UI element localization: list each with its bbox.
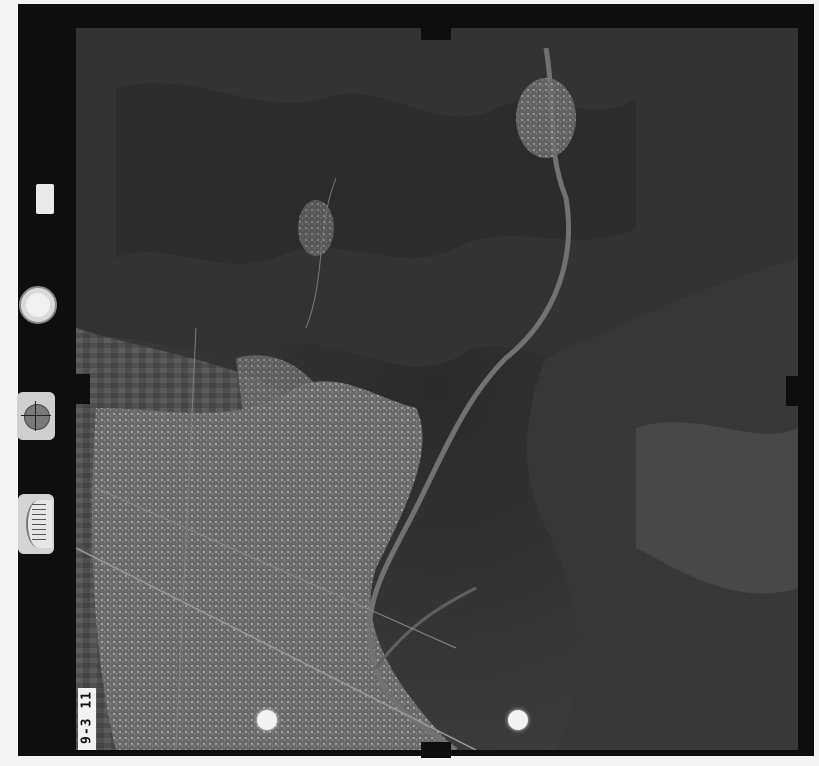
altimeter-ticks [32, 504, 46, 544]
altimeter-icon [18, 494, 54, 554]
fiducial-mark-top [421, 24, 451, 40]
level-crosshair-vertical [35, 401, 36, 431]
level-bubble [24, 404, 50, 430]
frame-number: 9-3 11 [79, 691, 95, 744]
fiducial-mark-bottom [421, 742, 451, 758]
bubble-level-icon [17, 392, 55, 440]
level-crosshair-horizontal [21, 415, 51, 416]
clock-face [26, 293, 50, 317]
fiducial-mark-right [786, 376, 802, 406]
fiducial-mark-left [74, 374, 90, 404]
registration-hole-left [257, 710, 277, 730]
clock-icon [19, 286, 57, 324]
registration-hole-right [508, 710, 528, 730]
date-label-card [36, 184, 54, 214]
aerial-terrain [76, 28, 798, 750]
frame-id-box: 9-3 11 [78, 688, 96, 750]
aerial-photo [76, 28, 798, 750]
